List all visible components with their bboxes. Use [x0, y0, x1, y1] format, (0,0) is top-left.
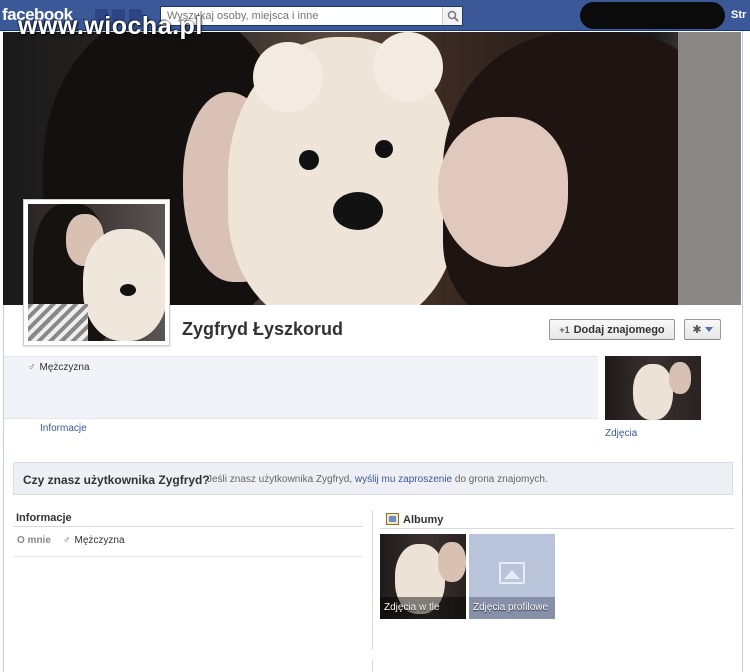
gender-info: ♂ Mężczyzna	[28, 362, 90, 373]
album-cover-photos[interactable]: Zdjęcia w tle	[380, 534, 466, 619]
album-face	[438, 542, 466, 582]
about-value-text: Mężczyzna	[74, 535, 125, 546]
album-icon	[386, 513, 399, 525]
thumb-face	[669, 362, 691, 394]
thumb-teddy-bear	[633, 364, 673, 420]
redacted-region	[580, 2, 725, 29]
profile-picture[interactable]	[23, 199, 170, 346]
column-divider	[372, 510, 373, 650]
know-text-before: Jeśli znasz użytkownika Zygfryd,	[207, 474, 353, 485]
album-profile-photos[interactable]: Zdjęcia profilowe	[469, 534, 555, 619]
photos-thumbnail[interactable]	[605, 356, 701, 420]
info-summary-box	[4, 356, 598, 419]
album-label: Zdjęcia w tle	[380, 597, 466, 619]
settings-dropdown-button[interactable]: ✱	[684, 319, 721, 340]
bear-ear	[253, 42, 323, 112]
home-link[interactable]: Str	[731, 9, 746, 21]
profile-shirt	[28, 304, 88, 341]
search-button[interactable]	[442, 7, 462, 25]
divider	[13, 526, 363, 527]
profile-bear-nose	[120, 284, 136, 296]
about-label: O mnie	[17, 535, 51, 546]
divider	[380, 528, 734, 529]
cover-background-window	[678, 32, 741, 305]
bear-ear	[373, 32, 443, 102]
bear-eye	[299, 150, 319, 170]
photo-placeholder-icon	[499, 562, 525, 584]
gender-value: Mężczyzna	[39, 362, 90, 373]
search-input[interactable]	[161, 7, 443, 25]
albums-section-title[interactable]: Albumy	[403, 514, 443, 526]
male-icon: ♂	[63, 535, 71, 546]
tab-info[interactable]: Informacje	[40, 423, 87, 434]
chevron-down-icon	[704, 327, 713, 332]
search-icon	[447, 10, 459, 22]
cover-face-right	[438, 117, 568, 267]
tab-photos[interactable]: Zdjęcia	[605, 428, 637, 439]
bear-nose	[333, 192, 383, 230]
bear-eye	[375, 140, 393, 158]
search-box	[160, 6, 463, 26]
send-invite-link[interactable]: wyślij mu zaproszenie	[355, 474, 452, 485]
know-user-question: Czy znasz użytkownika Zygfryd?	[23, 473, 210, 487]
divider	[13, 556, 363, 557]
watermark: www.wiocha.pl	[18, 12, 203, 40]
column-divider	[372, 660, 373, 672]
know-text-after: do grona znajomych.	[454, 474, 548, 485]
gear-icon: ✱	[692, 324, 702, 336]
male-icon: ♂	[28, 362, 36, 373]
add-friend-icon: +1	[559, 324, 570, 335]
profile-name[interactable]: Zygfryd Łyszkorud	[182, 319, 343, 340]
add-friend-label: Dodaj znajomego	[573, 323, 665, 336]
know-user-text: Jeśli znasz użytkownika Zygfryd, wyślij …	[207, 474, 548, 485]
add-friend-button[interactable]: +1 Dodaj znajomego	[549, 319, 675, 340]
profile-picture-image	[28, 204, 165, 341]
album-label: Zdjęcia profilowe	[469, 597, 555, 619]
info-section-title[interactable]: Informacje	[16, 512, 72, 524]
about-value: ♂ Mężczyzna	[63, 535, 125, 546]
know-user-banner: Czy znasz użytkownika Zygfryd? Jeśli zna…	[13, 462, 733, 495]
